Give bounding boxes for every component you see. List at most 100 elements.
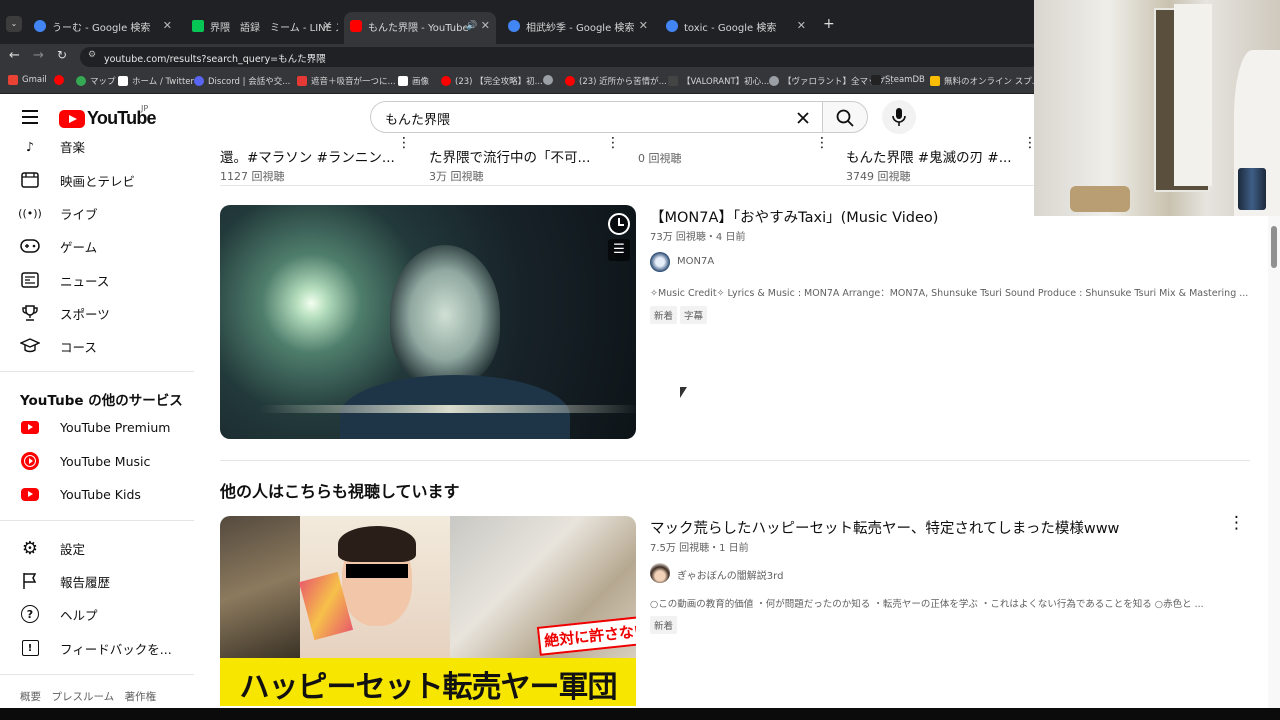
forward-icon[interactable]: → [33, 48, 44, 63]
channel-avatar[interactable] [650, 252, 670, 272]
x-icon [398, 76, 408, 86]
short-title-0[interactable]: 還。#マラソン #ランニン... [220, 146, 395, 166]
youtube-icon [54, 75, 64, 85]
watch-later-icon[interactable] [608, 213, 630, 235]
video-thumbnail-1[interactable]: ☰ [220, 205, 636, 439]
thumb-left-panel [220, 516, 300, 658]
more-vert-icon[interactable]: ⋮ [815, 136, 829, 150]
thumb-person [390, 245, 500, 385]
video-title-1[interactable]: 【MON7A】「おやすみTaxi」(Music Video) [650, 206, 938, 227]
sidebar-item-label: YouTube Premium [60, 419, 171, 435]
youtube-icon [441, 76, 451, 86]
bookmark-soundproof[interactable]: 遮音＋吸音が一つに... [297, 75, 396, 87]
new-tab-button[interactable]: + [823, 16, 835, 32]
search-box[interactable]: もんた界隈 [370, 101, 822, 133]
live-icon: ((•)) [18, 206, 42, 220]
search-button[interactable] [822, 101, 868, 133]
sidebar-item-report-history[interactable]: 報告履歴 [20, 564, 110, 598]
bookmark-label: マップ [90, 77, 116, 87]
add-to-queue-icon[interactable]: ☰ [608, 239, 630, 261]
sidebar-item-label: YouTube Kids [60, 486, 141, 502]
close-tab-icon[interactable]: ✕ [481, 19, 490, 32]
sidebar-item-news[interactable]: ニュース [20, 263, 109, 297]
channel-name-1[interactable]: MON7A [677, 256, 714, 267]
sidebar-item-label: 音楽 [60, 139, 86, 155]
audio-playing-icon[interactable]: 🔊 [466, 21, 477, 31]
sidebar-item-settings[interactable]: ⚙ 設定 [20, 531, 85, 565]
more-vert-icon[interactable]: ⋮ [606, 136, 620, 150]
back-icon[interactable]: ← [9, 48, 20, 63]
bookmark-guide[interactable]: (23) 【完全攻略】初... [441, 75, 543, 87]
close-tab-icon[interactable]: ✕ [797, 19, 806, 32]
youtube-play-icon [59, 109, 85, 128]
reload-icon[interactable]: ↻ [57, 48, 67, 62]
bookmark-label: ホーム / Twitter [132, 77, 195, 87]
sidebar-item-courses[interactable]: コース [20, 329, 97, 363]
bookmark-steamdb[interactable]: SteamDB [871, 75, 925, 85]
sidebar-item-youtube-music[interactable]: YouTube Music [20, 444, 150, 478]
tab-1[interactable]: 界隈 語録 ミーム - LINE スタン✕ [186, 12, 338, 40]
tab-label: うーむ - Google 検索 [52, 22, 151, 34]
close-tab-icon[interactable]: ✕ [323, 19, 332, 32]
maps-icon [76, 76, 86, 86]
more-vert-icon[interactable]: ⋮ [397, 136, 411, 150]
short-title-3[interactable]: もんた界隈 #鬼滅の刃 #... [846, 146, 1012, 166]
bookmark-maps[interactable]: マップ [76, 75, 116, 87]
search-input[interactable]: もんた界隈 [385, 109, 450, 128]
close-tab-icon[interactable]: ✕ [639, 19, 648, 32]
channel-name-2[interactable]: ぎゃおぼんの闇解説3rd [677, 567, 783, 582]
sidebar-item-movies[interactable]: 映画とテレビ [20, 163, 135, 197]
close-tab-icon[interactable]: ✕ [163, 19, 172, 32]
gear-icon: ⚙ [21, 537, 39, 559]
site-info-icon[interactable]: ⚙ [88, 50, 96, 60]
sidebar-footer-links[interactable]: 概要 プレスルーム 著作権 [20, 689, 156, 704]
x-icon [118, 76, 128, 86]
tab-3[interactable]: 相武紗季 - Google 検索 ✕ [502, 12, 654, 40]
bookmark-images[interactable]: 画像 [398, 75, 429, 87]
sidebar-divider [0, 371, 194, 372]
sidebar-item-label: YouTube Music [60, 453, 151, 469]
bookmark-spreadsheet[interactable]: 無料のオンライン スプ... [930, 75, 1040, 87]
bookmark-valorant[interactable]: 【VALORANT】初心... [668, 75, 769, 87]
sidebar-item-music[interactable]: ♪ 音楽 [20, 129, 85, 163]
close-icon[interactable] [795, 110, 811, 126]
short-views-3: 3749 回視聴 [846, 170, 911, 183]
bookmark-label: (23) 近所から苦情が... [579, 77, 667, 87]
youtube-music-icon [20, 451, 40, 471]
channel-avatar[interactable] [650, 563, 670, 583]
sidebar-item-live[interactable]: ((•)) ライブ [18, 196, 98, 230]
search-icon [836, 109, 854, 127]
webcam-mug [1238, 168, 1266, 210]
video-title-2[interactable]: マック荒らしたハッピーセット転売ヤー、特定されてしまった模様www [650, 517, 1119, 538]
bookmark-globe[interactable] [543, 75, 557, 85]
more-vert-icon[interactable]: ⋮ [1228, 515, 1245, 532]
bookmark-discord[interactable]: Discord | 会話や交... [194, 75, 290, 87]
menu-icon[interactable] [22, 110, 38, 124]
bookmark-gmail[interactable]: Gmail [8, 75, 47, 85]
voice-search-button[interactable] [882, 100, 916, 134]
sidebar-item-label: ライブ [60, 206, 98, 222]
tab-label: もんた界隈 - YouTube [368, 22, 469, 34]
short-title-1[interactable]: た界隈で流行中の「不可... [429, 146, 590, 166]
sidebar-item-feedback[interactable]: ! フィードバックを... [20, 631, 172, 665]
sidebar-item-youtube-kids[interactable]: YouTube Kids [20, 477, 141, 511]
scrollbar-track[interactable] [1268, 216, 1280, 708]
scrollbar-thumb[interactable] [1271, 226, 1277, 268]
tab-2-active[interactable]: もんた界隈 - YouTube 🔊 ✕ [344, 12, 496, 46]
video-thumbnail-2[interactable]: 絶対に許さない！ ハッピーセット転売ヤー軍団 [220, 516, 636, 706]
tab-4[interactable]: toxic - Google 検索 ✕ [660, 12, 812, 40]
sidebar-item-label: 映画とテレビ [60, 173, 136, 189]
sidebar-item-youtube-premium[interactable]: YouTube Premium [20, 410, 170, 444]
bookmark-youtube[interactable] [54, 75, 68, 85]
tab-search-button[interactable]: ⌄ [6, 16, 22, 32]
censor-bar [346, 564, 408, 578]
sidebar-item-sports[interactable]: スポーツ [20, 296, 110, 330]
tab-0[interactable]: うーむ - Google 検索 ✕ [28, 12, 178, 40]
bookmark-complaint[interactable]: (23) 近所から苦情が... [565, 75, 667, 87]
webcam-desk-items [1070, 186, 1130, 212]
bookmark-twitter[interactable]: ホーム / Twitter [118, 75, 194, 87]
omnibox[interactable]: ⚙ youtube.com/results?search_query=もんた界隈 [80, 47, 1040, 67]
sidebar-item-help[interactable]: ? ヘルプ [20, 597, 98, 631]
sidebar-item-gaming[interactable]: ゲーム [20, 229, 97, 263]
sidebar-divider [0, 674, 194, 675]
